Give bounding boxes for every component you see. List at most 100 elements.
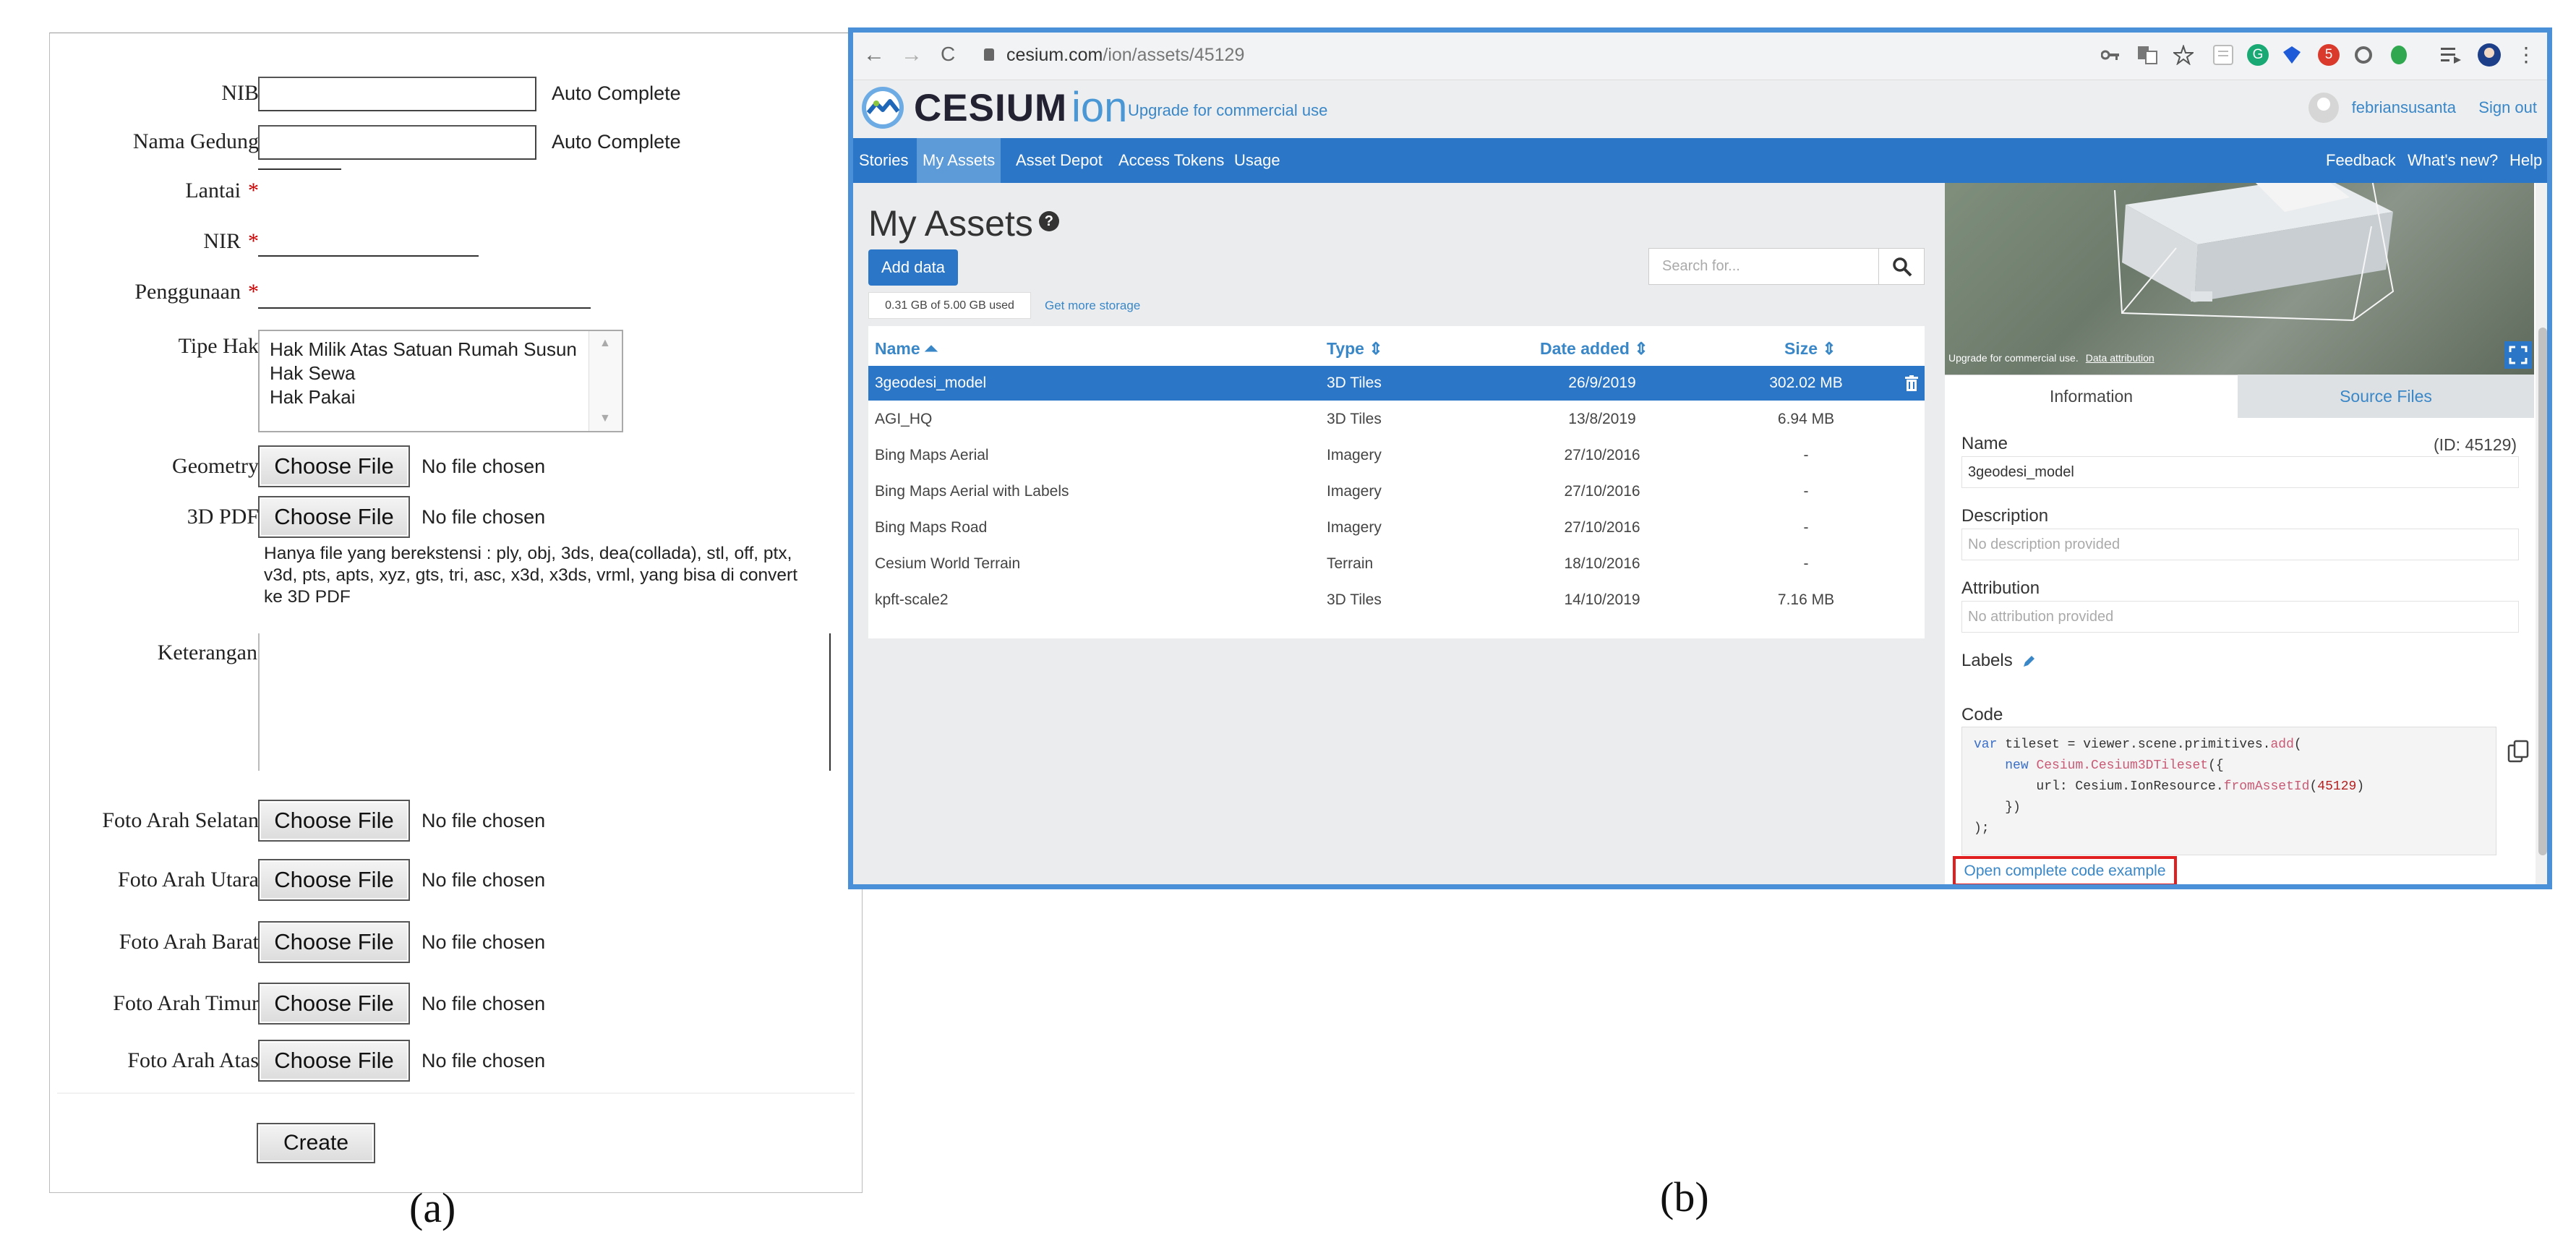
3d-model-preview[interactable]	[1945, 183, 2534, 375]
description-field[interactable]: No description provided	[1961, 529, 2519, 560]
keterangan-textarea[interactable]	[258, 633, 831, 771]
back-icon[interactable]: ←	[863, 43, 885, 67]
tipe-hak-option[interactable]: Hak Pakai	[270, 386, 356, 409]
edit-pencil-icon[interactable]	[2021, 654, 2036, 669]
foto-utara-label: Foto Arah Utara	[118, 868, 259, 891]
open-code-example-link[interactable]: Open complete code example	[1953, 856, 2177, 884]
nav-whats-new[interactable]: What's new?	[2408, 151, 2498, 170]
profile-avatar-icon[interactable]	[2477, 43, 2502, 67]
geometry-choose-file-button[interactable]: Choose File	[258, 445, 410, 487]
foto-selatan-choose-file-button[interactable]: Choose File	[258, 800, 410, 842]
add-data-button[interactable]: Add data	[868, 249, 958, 286]
table-cell-size: 7.16 MB	[1777, 591, 1835, 608]
translate-icon[interactable]	[2137, 46, 2157, 64]
listbox-scrollbar[interactable]: ▲ ▼	[589, 331, 622, 431]
fullscreen-button[interactable]	[2504, 341, 2532, 369]
copy-icon[interactable]	[2507, 740, 2529, 764]
column-header-name[interactable]: Name ⏶	[875, 339, 938, 359]
browser-menu-icon[interactable]: ⋮	[2516, 43, 2536, 67]
grammarly-extension-icon[interactable]: G	[2247, 44, 2269, 66]
nav-asset-depot[interactable]: Asset Depot	[1016, 151, 1103, 170]
nav-my-assets[interactable]: My Assets	[917, 138, 1001, 183]
extension-page-icon[interactable]	[2212, 44, 2234, 66]
foto-barat-choose-file-button[interactable]: Choose File	[258, 921, 410, 963]
signout-link[interactable]: Sign out	[2478, 98, 2537, 117]
nav-help[interactable]: Help	[2509, 151, 2542, 170]
scroll-up-icon[interactable]: ▲	[599, 337, 611, 350]
attribution-field[interactable]: No attribution provided	[1961, 601, 2519, 633]
scroll-down-icon[interactable]: ▼	[599, 412, 611, 425]
address-bar[interactable]: cesium.com/ion/assets/45129	[1006, 45, 1244, 66]
delete-trash-icon[interactable]	[1905, 375, 1918, 391]
penggunaan-label: Penggunaan *	[134, 280, 259, 304]
column-header-date[interactable]: Date added ⇕	[1540, 339, 1648, 359]
name-field[interactable]: 3geodesi_model	[1961, 456, 2519, 488]
nav-access-tokens[interactable]: Access Tokens	[1118, 151, 1224, 170]
table-cell-size: -	[1803, 483, 1809, 500]
evernote-extension-icon[interactable]	[2389, 44, 2409, 66]
description-label: Description	[1961, 506, 2049, 526]
nav-feedback[interactable]: Feedback	[2326, 151, 2396, 170]
table-cell-name[interactable]: Bing Maps Road	[875, 519, 987, 536]
nav-usage[interactable]: Usage	[1234, 151, 1280, 170]
building-model-wireframe	[2114, 183, 2395, 322]
circle-extension-icon[interactable]	[2354, 46, 2373, 64]
foto-atas-choose-file-button[interactable]: Choose File	[258, 1040, 410, 1082]
data-attribution-link[interactable]: Data attribution	[2086, 352, 2154, 364]
foto-timur-choose-file-button[interactable]: Choose File	[258, 983, 410, 1025]
cesium-header: CESIUM ion Upgrade for commercial use fe…	[853, 80, 2547, 138]
nir-input[interactable]	[258, 225, 479, 257]
search-input[interactable]: Search for...	[1648, 248, 1878, 285]
user-avatar[interactable]	[2308, 93, 2339, 123]
key-icon[interactable]	[2101, 47, 2120, 63]
lantai-input[interactable]	[258, 168, 341, 202]
create-button[interactable]: Create	[257, 1123, 375, 1163]
foto-utara-choose-file-button[interactable]: Choose File	[258, 859, 410, 901]
table-cell-name[interactable]: 3geodesi_model	[875, 375, 986, 392]
username-link[interactable]: febriansusanta	[2352, 98, 2456, 117]
extension-badge-icon[interactable]: 5	[2318, 44, 2340, 66]
column-header-size[interactable]: Size ⇕	[1784, 339, 1836, 359]
penggunaan-input[interactable]	[258, 275, 591, 309]
get-more-storage-link[interactable]: Get more storage	[1045, 299, 1140, 313]
column-header-type[interactable]: Type ⇕	[1327, 339, 1383, 359]
nama-gedung-input[interactable]	[258, 125, 536, 160]
table-cell-type: 3D Tiles	[1327, 375, 1382, 391]
tipe-hak-option[interactable]: Hak Milik Atas Satuan Rumah Susun	[270, 338, 577, 361]
cesium-wordmark[interactable]: CESIUM	[914, 86, 1067, 130]
nav-stories[interactable]: Stories	[859, 151, 908, 170]
forward-icon[interactable]: →	[901, 43, 923, 67]
caption-b: (b)	[1660, 1173, 1709, 1220]
table-cell-size: -	[1803, 519, 1809, 536]
nib-label: NIB	[221, 81, 259, 105]
tab-source-files[interactable]: Source Files	[2238, 375, 2534, 418]
help-icon[interactable]: ?	[1038, 211, 1059, 231]
table-row-selected[interactable]	[868, 366, 1925, 401]
tipe-hak-option[interactable]: Hak Sewa	[270, 362, 356, 385]
file-extension-note: Hanya file yang berekstensi : ply, obj, …	[264, 544, 798, 607]
pdf3d-choose-file-button[interactable]: Choose File	[258, 496, 410, 538]
reading-list-icon[interactable]	[2441, 46, 2461, 64]
tipe-hak-listbox[interactable]: Hak Milik Atas Satuan Rumah Susun Hak Se…	[258, 330, 623, 432]
bookmark-star-icon[interactable]	[2173, 45, 2194, 65]
search-button[interactable]	[1878, 248, 1925, 285]
table-cell-type: 3D Tiles	[1327, 591, 1382, 608]
table-cell-name[interactable]: Bing Maps Aerial with Labels	[875, 483, 1069, 500]
name-label: Name	[1961, 434, 2008, 453]
upgrade-link[interactable]: Upgrade for commercial use	[1128, 101, 1327, 120]
table-cell-name[interactable]: Cesium World Terrain	[875, 555, 1020, 573]
foto-atas-no-file-text: No file chosen	[422, 1050, 546, 1072]
foto-timur-label: Foto Arah Timur	[113, 991, 259, 1015]
details-scrollbar[interactable]	[2536, 183, 2547, 884]
code-snippet[interactable]: var tileset = viewer.scene.primitives.ad…	[1961, 727, 2496, 855]
shield-extension-icon[interactable]	[2282, 45, 2302, 65]
reload-icon[interactable]: C	[941, 43, 955, 66]
cesium-browser-window: ← → C cesium.com/ion/assets/45129 G 5 ⋮ …	[848, 27, 2552, 889]
nib-input[interactable]	[258, 77, 536, 111]
table-cell-name[interactable]: Bing Maps Aerial	[875, 447, 989, 464]
table-cell-name[interactable]: kpft-scale2	[875, 591, 949, 609]
scrollbar-thumb[interactable]	[2538, 328, 2547, 855]
cesium-logo-icon[interactable]	[860, 85, 905, 130]
tab-information[interactable]: Information	[1945, 375, 2238, 418]
table-cell-name[interactable]: AGI_HQ	[875, 411, 932, 428]
